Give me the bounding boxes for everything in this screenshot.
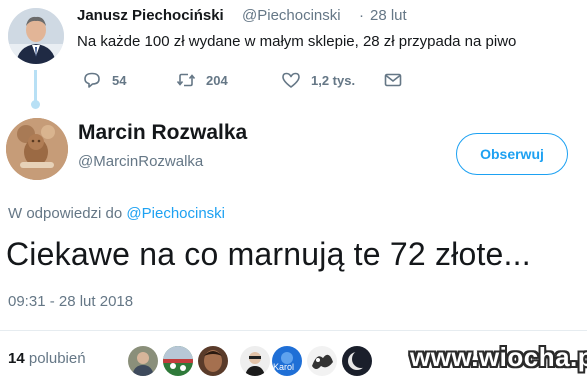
liker-avatar[interactable]: [163, 346, 193, 376]
liker-avatar[interactable]: [342, 346, 372, 376]
reply-to-link[interactable]: @Piechocinski: [126, 205, 225, 222]
parent-author-avatar[interactable]: [8, 8, 64, 64]
watermark: www.wiocha.pl: [410, 342, 587, 372]
liker-avatar[interactable]: [240, 346, 270, 376]
parent-separator: ·: [359, 7, 364, 24]
liker-avatar-caption: Karol: [273, 362, 295, 372]
thread-connector-dot: [31, 100, 40, 109]
thread-connector-line: [34, 70, 37, 104]
retweet-count: 204: [206, 72, 228, 88]
parent-author-handle[interactable]: @Piechocinski: [242, 7, 341, 24]
reply-context: W odpowiedzi do @Piechocinski: [8, 205, 225, 222]
main-tweet-text: Ciekawe na co marnują te 72 złote...: [6, 236, 531, 272]
main-author-avatar[interactable]: [6, 118, 68, 180]
main-author-handle[interactable]: @MarcinRozwalka: [78, 153, 203, 170]
likes-count: 14: [8, 350, 25, 367]
envelope-icon: [384, 73, 402, 87]
reply-button[interactable]: 54: [82, 70, 126, 90]
liker-avatar[interactable]: [307, 346, 337, 376]
follow-button[interactable]: Obserwuj: [456, 133, 568, 175]
like-count: 1,2 tys.: [311, 72, 356, 88]
reply-prefix: W odpowiedzi do: [8, 205, 123, 222]
reply-icon: [84, 72, 100, 88]
parent-tweet-text: Na każde 100 zł wydane w małym sklepie, …: [77, 33, 517, 50]
retweet-button[interactable]: 204: [176, 70, 228, 90]
likes-summary[interactable]: 14 polubień: [8, 350, 86, 367]
direct-message-button[interactable]: [383, 70, 403, 90]
like-button[interactable]: 1,2 tys.: [281, 70, 355, 90]
main-tweet-timestamp[interactable]: 09:31 - 28 lut 2018: [8, 293, 133, 310]
reply-count: 54: [112, 72, 127, 88]
liker-avatar[interactable]: [198, 346, 228, 376]
parent-author-name[interactable]: Janusz Piechociński: [77, 7, 224, 24]
likes-label: polubień: [28, 350, 86, 367]
liker-avatar[interactable]: [128, 346, 158, 376]
main-author-name[interactable]: Marcin Rozwalka: [78, 121, 247, 145]
parent-tweet-date[interactable]: 28 lut: [370, 7, 407, 24]
divider: [0, 330, 587, 331]
liker-avatar[interactable]: Karol: [272, 346, 302, 376]
retweet-icon: [176, 73, 196, 87]
heart-icon: [282, 72, 300, 88]
